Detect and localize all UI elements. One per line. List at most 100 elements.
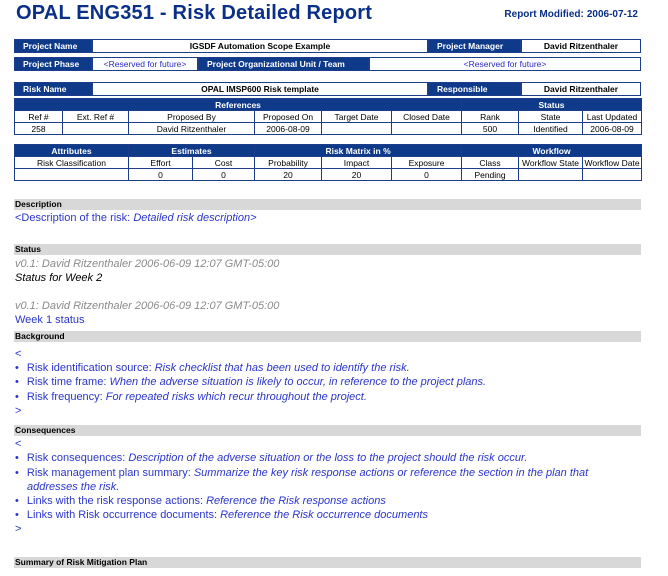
list-item: Risk identification source: Risk checkli… <box>15 362 410 375</box>
workflow-group-header: Workflow <box>461 144 643 157</box>
column-header: Effort <box>128 156 193 169</box>
report-modified-label: Report Modified: <box>504 9 584 20</box>
background-open: < <box>15 348 22 360</box>
table-cell: 20 <box>254 168 323 181</box>
risk-report-page: OPAL ENG351 - Risk Detailed Report Repor… <box>0 0 668 576</box>
list-item-label: Links with the risk response actions: <box>26 495 207 507</box>
column-header: Proposed On <box>254 110 322 123</box>
project-unit-value[interactable]: <Reserved for future> <box>369 57 641 71</box>
list-item: Links with Risk occurrence documents: Re… <box>15 509 428 522</box>
attributes-table: Attributes Estimates Risk Matrix in % Wo… <box>14 144 643 181</box>
column-header: Risk Classification <box>14 156 129 169</box>
list-item-label: Risk management plan summary: <box>26 467 194 479</box>
project-phase-value[interactable]: <Reserved for future> <box>92 57 198 71</box>
project-phase-label: Project Phase <box>14 57 92 71</box>
table-column-headers: Ref # Ext. Ref # Proposed By Proposed On… <box>14 110 643 123</box>
table-cell: 2006-08-09 <box>581 122 643 135</box>
table-cell <box>391 122 462 135</box>
list-item-text: For repeated risks which recur throughou… <box>105 391 367 403</box>
list-item: Risk consequences: Description of the ad… <box>15 452 527 465</box>
responsible-value: David Ritzenthaler <box>521 82 641 96</box>
report-modified-date: 2006-07-12 <box>586 9 638 20</box>
column-header: Probability <box>254 156 323 169</box>
list-item-label: Risk frequency: <box>26 391 106 403</box>
table-group-header: Attributes Estimates Risk Matrix in % Wo… <box>14 144 643 157</box>
list-item: Risk frequency: For repeated risks which… <box>15 391 367 404</box>
table-cell: 258 <box>14 122 63 135</box>
table-cell: 0 <box>128 168 193 181</box>
consequences-section-header: Consequences <box>14 425 641 436</box>
column-header: Rank <box>461 110 519 123</box>
list-item-label: Risk time frame: <box>26 376 110 388</box>
status-entry-meta: v0.1: David Ritzenthaler 2006-06-09 12:0… <box>15 300 280 312</box>
mitigation-section-header: Summary of Risk Mitigation Plan <box>14 557 641 568</box>
list-item-continuation: addresses the risk. <box>27 481 120 493</box>
table-row: 0 0 20 20 0 Pending <box>14 168 643 181</box>
table-cell: Pending <box>461 168 520 181</box>
table-cell <box>62 122 129 135</box>
project-name-label: Project Name <box>14 39 92 53</box>
list-item-text: When the adverse situation is likely to … <box>109 376 487 388</box>
project-name-value: IGSDF Automation Scope Example <box>92 39 428 53</box>
list-item: Risk time frame: When the adverse situat… <box>15 376 486 389</box>
table-cell: 0 <box>391 168 463 181</box>
column-header: Workflow State <box>518 156 584 169</box>
list-item-text: Risk checklist that has been used to ide… <box>154 362 410 374</box>
status-group-header: Status <box>460 98 643 111</box>
list-item-text: Description of the adverse situation or … <box>128 452 528 464</box>
project-unit-label: Project Organizational Unit / Team <box>198 57 369 71</box>
status-entry-text: Week 1 status <box>15 314 85 326</box>
report-modified: Report Modified: 2006-07-12 <box>501 9 638 20</box>
background-section-header: Background <box>14 331 641 342</box>
list-item-label: Risk identification source: <box>26 362 155 374</box>
column-header: Cost <box>191 156 256 169</box>
attributes-group-header: Attributes <box>14 144 129 157</box>
project-name-row: Project Name IGSDF Automation Scope Exam… <box>14 39 641 53</box>
table-column-headers: Risk Classification Effort Cost Probabil… <box>14 156 643 169</box>
project-manager-value: David Ritzenthaler <box>521 39 641 53</box>
estimates-group-header: Estimates <box>127 144 256 157</box>
column-header: Workflow Date <box>582 156 643 169</box>
table-cell: 20 <box>321 168 393 181</box>
references-group-header: References <box>14 98 462 111</box>
column-header: Ext. Ref # <box>62 110 129 123</box>
project-manager-label: Project Manager <box>428 39 521 53</box>
column-header: Closed Date <box>391 110 462 123</box>
table-row: 258 David Ritzenthaler 2006-08-09 500 Id… <box>14 122 643 135</box>
status-section-header: Status <box>14 244 641 255</box>
column-header: Target Date <box>321 110 392 123</box>
risk-name-label: Risk Name <box>14 82 92 96</box>
table-cell: David Ritzenthaler <box>128 122 255 135</box>
consequences-open: < <box>15 438 22 450</box>
description-text: <Description of the risk: Detailed risk … <box>15 212 257 225</box>
table-group-header: References Status <box>14 98 643 111</box>
references-status-table: References Status Ref # Ext. Ref # Propo… <box>14 98 643 135</box>
column-header: Proposed By <box>128 110 255 123</box>
table-cell: Identified <box>518 122 583 135</box>
column-header: Last Updated <box>581 110 643 123</box>
list-item: Risk management plan summary: Summarize … <box>15 467 588 480</box>
report-title: OPAL ENG351 - Risk Detailed Report <box>16 2 373 24</box>
status-entry-text: Status for Week 2 <box>15 272 103 284</box>
consequences-close: > <box>15 523 22 535</box>
risk-matrix-group-header: Risk Matrix in % <box>254 144 463 157</box>
table-cell <box>518 168 584 181</box>
list-item: Links with the risk response actions: Re… <box>15 495 386 508</box>
table-cell <box>582 168 643 181</box>
list-item-text: Reference the Risk occurrence documents <box>220 509 428 521</box>
table-cell <box>321 122 392 135</box>
description-prefix: <Description of the risk: <box>15 212 134 224</box>
column-header: Class <box>461 156 520 169</box>
table-cell <box>14 168 129 181</box>
list-item-text: Reference the Risk response actions <box>206 495 386 507</box>
risk-name-value: OPAL IMSP600 Risk template <box>92 82 428 96</box>
description-body: Detailed risk description> <box>133 212 257 224</box>
risk-name-row: Risk Name OPAL IMSP600 Risk template Res… <box>14 82 641 96</box>
status-entry-meta: v0.1: David Ritzenthaler 2006-06-09 12:0… <box>15 258 280 270</box>
column-header: Ref # <box>14 110 63 123</box>
description-section-header: Description <box>14 199 641 210</box>
responsible-label: Responsible <box>428 82 521 96</box>
column-header: Exposure <box>391 156 463 169</box>
column-header: Impact <box>321 156 393 169</box>
table-cell: 500 <box>461 122 519 135</box>
